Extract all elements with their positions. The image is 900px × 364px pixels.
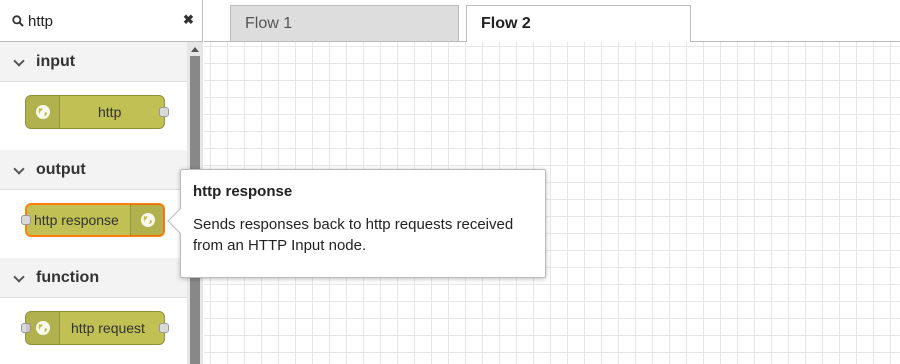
node-help-tooltip: http response Sends responses back to ht… bbox=[167, 169, 546, 278]
workspace-tabs: Flow 1 Flow 2 bbox=[204, 0, 900, 43]
palette-node-http-request[interactable]: http request bbox=[21, 311, 169, 345]
chevron-down-icon bbox=[13, 163, 25, 175]
node-label: http bbox=[98, 104, 122, 120]
palette-node-http-in[interactable]: http bbox=[25, 95, 169, 129]
category-label: input bbox=[36, 53, 76, 70]
tooltip-description: Sends responses back to http requests re… bbox=[193, 216, 514, 254]
palette-categories: input http output http response function… bbox=[0, 42, 187, 364]
node-palette: ✖ input http output bbox=[0, 0, 203, 364]
palette-node-http-response[interactable]: http response bbox=[21, 203, 165, 237]
palette-search: ✖ bbox=[0, 0, 202, 42]
category-header-function[interactable]: function bbox=[0, 258, 187, 298]
category-label: output bbox=[36, 161, 86, 178]
node-icon-box bbox=[130, 204, 164, 236]
node-icon-box bbox=[26, 312, 60, 344]
node-label: http request bbox=[71, 320, 145, 336]
scroll-up-icon[interactable] bbox=[191, 47, 199, 52]
category-body-input: http bbox=[0, 82, 187, 150]
input-port bbox=[21, 215, 31, 225]
globe-icon bbox=[141, 213, 155, 227]
search-input[interactable] bbox=[28, 10, 168, 32]
category-body-function: http request bbox=[0, 298, 187, 364]
category-header-input[interactable]: input bbox=[0, 42, 187, 82]
globe-icon bbox=[36, 321, 50, 335]
chevron-down-icon bbox=[13, 55, 25, 67]
node-label: http response bbox=[34, 212, 119, 228]
search-icon bbox=[12, 15, 24, 27]
category-label: function bbox=[36, 269, 100, 286]
tooltip-title: http response bbox=[193, 183, 293, 200]
category-header-output[interactable]: output bbox=[0, 150, 187, 190]
category-body-output: http response bbox=[0, 190, 187, 258]
node-icon-box bbox=[26, 96, 60, 128]
output-port bbox=[159, 323, 169, 333]
clear-search-icon[interactable]: ✖ bbox=[183, 12, 194, 28]
output-port bbox=[159, 107, 169, 117]
tab-flow-2[interactable]: Flow 2 bbox=[466, 5, 691, 43]
globe-icon bbox=[36, 105, 50, 119]
chevron-down-icon bbox=[13, 271, 25, 283]
tab-flow-1[interactable]: Flow 1 bbox=[230, 5, 459, 41]
